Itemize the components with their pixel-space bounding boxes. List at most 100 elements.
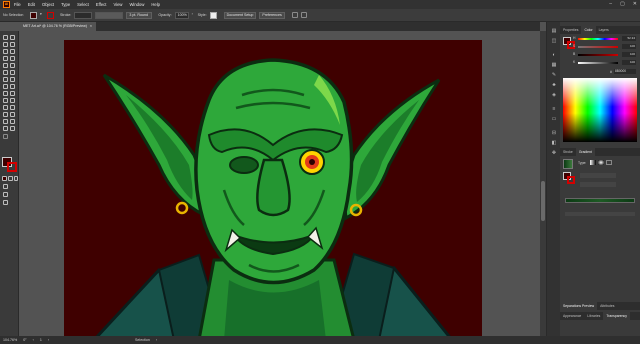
scale-tool-icon[interactable]	[10, 77, 15, 82]
tab-close-icon[interactable]: ×	[90, 22, 92, 31]
pencil-tool-icon[interactable]	[3, 70, 8, 75]
stroke-swatch[interactable]	[47, 11, 54, 19]
vertical-scroll-thumb[interactable]	[541, 181, 545, 221]
gradient-stop-field[interactable]	[565, 212, 635, 216]
graphic-styles-icon[interactable]: ◈	[551, 92, 557, 98]
shape-builder-tool-icon[interactable]	[3, 91, 8, 96]
perspective-grid-tool-icon[interactable]	[10, 91, 15, 96]
brush-definition[interactable]: 3 pt. Round	[126, 11, 153, 19]
paintbrush-tool-icon[interactable]	[10, 63, 15, 68]
slider-track-s[interactable]	[578, 46, 618, 48]
tab-properties[interactable]: Properties	[560, 26, 581, 34]
freeform-gradient-button[interactable]	[606, 160, 612, 165]
transform-panel-icon[interactable]: ✥	[551, 150, 557, 156]
slider-value-h[interactable]: 52.34	[622, 36, 636, 41]
rectangle-tool-icon[interactable]	[3, 63, 8, 68]
style-swatch[interactable]	[209, 11, 217, 19]
swatches-icon[interactable]: ▦	[551, 62, 557, 68]
zoom-tool-icon[interactable]	[10, 126, 15, 131]
page-field[interactable]: 1	[40, 338, 42, 342]
align-icon[interactable]: ⊟	[551, 130, 557, 136]
tab-stroke[interactable]: Stroke	[560, 148, 576, 156]
slice-tool-icon[interactable]	[10, 119, 15, 124]
variable-width-field[interactable]	[95, 11, 124, 19]
opacity-field[interactable]: 100%	[174, 11, 189, 19]
none-mode-icon[interactable]	[14, 176, 18, 181]
line-tool-icon[interactable]	[10, 56, 15, 61]
rotation-field[interactable]: 0°	[23, 338, 26, 342]
status-arrow-icon[interactable]: ›	[156, 338, 157, 342]
type-tool-icon[interactable]	[3, 56, 8, 61]
color-icon[interactable]: ◐	[551, 52, 557, 58]
menu-help[interactable]: Help	[151, 2, 160, 7]
tab-layers[interactable]: Layers	[596, 26, 612, 34]
tab-separations-preview[interactable]: Separations Preview	[560, 302, 598, 310]
fill-swatch[interactable]	[30, 11, 37, 19]
column-graph-tool-icon[interactable]	[10, 112, 15, 117]
direct-selection-tool-icon[interactable]	[10, 35, 15, 40]
tab-appearance[interactable]: Appearance	[560, 312, 584, 320]
curvature-tool-icon[interactable]	[10, 49, 15, 54]
stroke-weight-field[interactable]	[74, 11, 93, 19]
tab-attributes[interactable]: Attributes	[597, 302, 617, 310]
goblin-illustration[interactable]	[64, 40, 482, 336]
drawing-mode-icon[interactable]	[3, 184, 8, 189]
pathfinder-icon[interactable]: ◧	[551, 140, 557, 146]
pen-tool-icon[interactable]	[3, 49, 8, 54]
menu-view[interactable]: View	[113, 2, 122, 7]
libraries-icon[interactable]: ◫	[551, 38, 557, 44]
linear-gradient-button[interactable]	[590, 160, 596, 165]
slider-track-b[interactable]	[578, 54, 618, 56]
hand-tool-icon[interactable]	[3, 126, 8, 131]
gradient-slider[interactable]	[565, 198, 635, 203]
slider-value-s[interactable]: 100	[622, 44, 636, 49]
menu-edit[interactable]: Edit	[28, 2, 35, 7]
document-tab[interactable]: MET Art.ai* @ 104.76 % (RGB/Preview) ×	[19, 22, 97, 31]
artboard[interactable]	[64, 40, 482, 336]
menu-object[interactable]: Object	[42, 2, 54, 7]
menu-select[interactable]: Select	[77, 2, 89, 7]
artboards-icon[interactable]: ▭	[551, 116, 557, 122]
eyedropper-tool-icon[interactable]	[3, 105, 8, 110]
minimize-icon[interactable]: –	[609, 1, 612, 7]
menu-type[interactable]: Type	[61, 2, 70, 7]
transform-icon[interactable]	[300, 12, 307, 18]
hex-field[interactable]: 8B0000	[614, 69, 636, 74]
symbols-icon[interactable]: ♣	[551, 82, 557, 88]
stroke-color-box[interactable]	[7, 162, 17, 172]
lasso-tool-icon[interactable]	[10, 42, 15, 47]
properties-icon[interactable]: ▤	[551, 28, 557, 34]
mesh-tool-icon[interactable]	[3, 98, 8, 103]
free-transform-tool-icon[interactable]	[10, 84, 15, 89]
eraser-tool-icon[interactable]	[10, 70, 15, 75]
tab-transparency[interactable]: Transparency	[603, 312, 630, 320]
rotate-tool-icon[interactable]	[3, 77, 8, 82]
slider-value-b[interactable]: 100	[622, 52, 636, 57]
menu-file[interactable]: File	[14, 2, 21, 7]
gradient-field-1[interactable]	[580, 173, 616, 178]
maximize-icon[interactable]: ▢	[620, 1, 625, 7]
gradient-preview[interactable]	[563, 159, 573, 169]
preferences-button[interactable]: Preferences	[259, 11, 285, 19]
panel-stroke-swatch-2[interactable]	[567, 176, 575, 184]
artboard-tool-icon[interactable]	[3, 119, 8, 124]
blend-tool-icon[interactable]	[10, 105, 15, 110]
selection-tool-icon[interactable]	[3, 35, 8, 40]
color-mode-icon[interactable]	[2, 176, 7, 181]
brushes-icon[interactable]: ✎	[551, 72, 557, 78]
next-page-icon[interactable]: ›	[48, 338, 49, 342]
width-tool-icon[interactable]	[3, 84, 8, 89]
edit-toolbar-icon[interactable]	[3, 134, 8, 139]
layers-icon[interactable]: ≡	[551, 106, 557, 112]
opacity-arrow-icon[interactable]: ›	[192, 12, 195, 18]
tab-gradient[interactable]: Gradient	[575, 148, 595, 156]
document-setup-button[interactable]: Document Setup	[223, 11, 257, 19]
prev-page-icon[interactable]: ‹	[33, 338, 34, 342]
slider-value-k[interactable]: 100	[622, 60, 636, 65]
slider-track-h[interactable]	[578, 38, 618, 40]
tab-libraries[interactable]: Libraries	[584, 312, 603, 320]
zoom-field[interactable]: 104.76%	[3, 338, 17, 342]
tab-color[interactable]: Color	[581, 26, 596, 34]
magic-wand-tool-icon[interactable]	[3, 42, 8, 47]
screen-mode-icon[interactable]	[3, 192, 8, 197]
